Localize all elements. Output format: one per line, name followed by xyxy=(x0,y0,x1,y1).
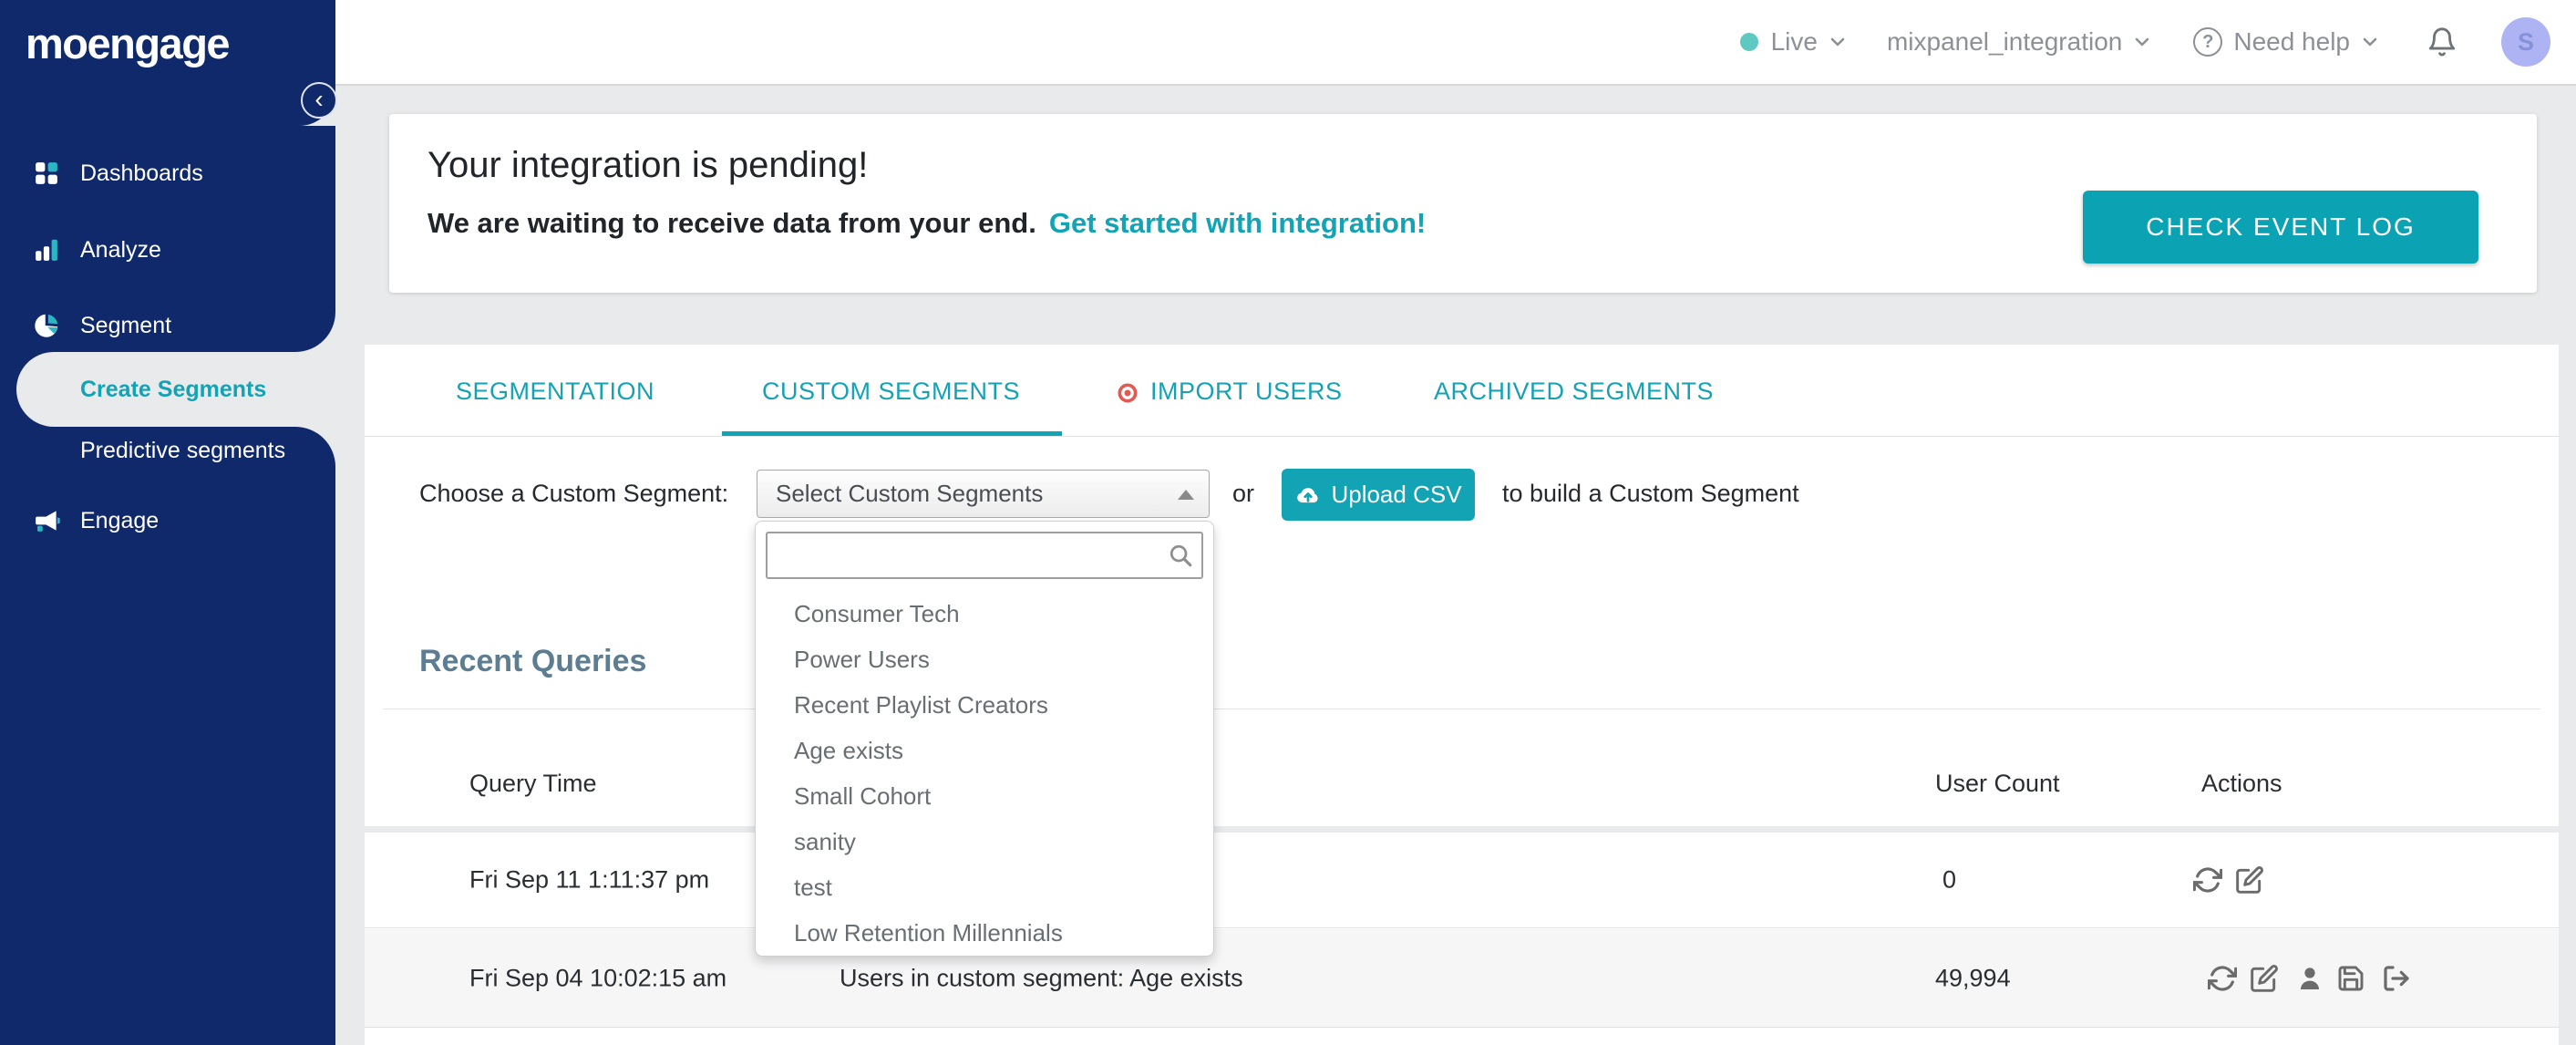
chevron-down-icon[interactable] xyxy=(1827,31,1849,53)
sidebar-item-label: Analyze xyxy=(80,236,161,263)
build-segment-suffix-label: to build a Custom Segment xyxy=(1502,480,1799,507)
tab-custom-segments[interactable]: CUSTOM SEGMENTS xyxy=(762,378,1020,406)
column-header-user-count: User Count xyxy=(1935,770,2060,797)
user-action-icon[interactable] xyxy=(2295,964,2324,993)
tab-segmentation[interactable]: SEGMENTATION xyxy=(456,378,654,406)
user-count-cell: 49,994 xyxy=(1935,964,2011,991)
sidebar-item-label: Engage xyxy=(80,507,160,533)
recent-queries-title: Recent Queries xyxy=(419,644,647,678)
dropdown-option[interactable]: Consumer Tech xyxy=(756,591,1213,636)
chevron-left-icon: ‹ xyxy=(314,85,324,113)
sidebar-item-engage[interactable]: Engage xyxy=(0,493,335,548)
triangle-up-icon xyxy=(1178,490,1194,500)
column-header-query-time: Query Time xyxy=(469,770,597,797)
megaphone-icon xyxy=(36,511,60,532)
chevron-down-icon[interactable] xyxy=(2131,31,2153,53)
check-event-log-button[interactable]: CHECK EVENT LOG xyxy=(2083,191,2478,264)
dropdown-option[interactable]: Power Users xyxy=(756,636,1213,682)
edit-action-icon[interactable] xyxy=(2250,964,2279,993)
save-action-icon[interactable] xyxy=(2336,964,2365,993)
banner-title: Your integration is pending! xyxy=(428,145,869,185)
dropdown-option[interactable]: Small Cohort xyxy=(756,773,1213,819)
red-target-icon xyxy=(1118,383,1138,403)
question-circle-icon: ? xyxy=(2193,27,2223,57)
sidebar-item-label: Create Segments xyxy=(80,376,267,402)
cloud-upload-icon xyxy=(1297,487,1319,502)
upload-csv-button[interactable]: Upload CSV xyxy=(1282,469,1475,521)
table-row: Fri Sep 11 1:11:37 pm 0 xyxy=(365,833,2559,928)
moengage-logo[interactable]: moengage xyxy=(26,18,231,68)
sidebar-item-label: Segment xyxy=(80,312,172,338)
custom-segments-select[interactable]: Select Custom Segments xyxy=(757,470,1210,518)
live-status-dot xyxy=(1739,33,1758,51)
user-avatar[interactable]: S xyxy=(2501,17,2550,67)
dropdown-option[interactable]: Low Retention Millennials xyxy=(756,910,1213,956)
divider xyxy=(365,436,2559,437)
dropdown-search-input[interactable] xyxy=(766,532,1203,579)
segments-card: SEGMENTATION CUSTOM SEGMENTS IMPORT USER… xyxy=(365,345,2559,1045)
refresh-action-icon[interactable] xyxy=(2192,865,2223,895)
table-row: Fri Sep 04 10:02:15 am Users in custom s… xyxy=(365,929,2559,1028)
dropdown-search xyxy=(766,532,1203,579)
project-dropdown[interactable]: mixpanel_integration xyxy=(1887,27,2122,57)
need-help-dropdown[interactable]: Need help xyxy=(2233,27,2350,57)
user-count-cell: 0 xyxy=(1942,865,1957,894)
export-action-icon[interactable] xyxy=(2382,964,2411,993)
top-header-bar: Live mixpanel_integration ? Need help S xyxy=(335,0,2576,86)
divider xyxy=(365,826,2559,833)
upload-csv-label: Upload CSV xyxy=(1331,481,1462,508)
sidebar-item-create-segments[interactable]: Create Segments xyxy=(16,352,335,427)
select-value: Select Custom Segments xyxy=(776,480,1044,507)
or-label: or xyxy=(1232,480,1255,507)
environment-dropdown[interactable]: Live xyxy=(1771,27,1818,57)
dropdown-option[interactable]: sanity xyxy=(756,819,1213,864)
sidebar-item-analyze[interactable]: Analyze xyxy=(0,222,335,277)
edit-action-icon[interactable] xyxy=(2235,865,2264,895)
bar-chart-icon xyxy=(36,239,57,261)
search-icon xyxy=(1170,544,1192,567)
dropdown-option[interactable]: Recent Playlist Creators xyxy=(756,682,1213,728)
banner-subtitle: We are waiting to receive data from your… xyxy=(428,207,1427,239)
query-cell: Users in custom segment: Age exists xyxy=(840,964,1243,991)
tab-import-users[interactable]: IMPORT USERS xyxy=(1150,378,1343,406)
sidebar-item-predictive-segments[interactable]: Predictive segments xyxy=(0,423,335,478)
grid-icon xyxy=(36,162,57,184)
integration-pending-banner: Your integration is pending! We are wait… xyxy=(389,114,2537,293)
query-time-cell: Fri Sep 11 1:11:37 pm xyxy=(469,865,710,894)
column-header-actions: Actions xyxy=(2201,770,2282,797)
sidebar: moengage Dashboards Analyze Segment Crea… xyxy=(0,0,337,1045)
choose-segment-label: Choose a Custom Segment: xyxy=(419,480,729,507)
refresh-action-icon[interactable] xyxy=(2207,964,2238,993)
dropdown-option[interactable]: Age exists xyxy=(756,728,1213,773)
sidebar-item-label: Dashboards xyxy=(80,160,203,186)
chevron-down-icon[interactable] xyxy=(2359,31,2381,53)
sidebar-collapse-button[interactable]: ‹ xyxy=(301,82,337,119)
dropdown-option[interactable]: test xyxy=(756,864,1213,910)
dropdown-options: Consumer Tech Power Users Recent Playlis… xyxy=(756,591,1213,956)
query-time-cell: Fri Sep 04 10:02:15 am xyxy=(469,964,727,991)
tab-archived-segments[interactable]: ARCHIVED SEGMENTS xyxy=(1434,378,1714,406)
custom-segments-dropdown-panel: Consumer Tech Power Users Recent Playlis… xyxy=(755,521,1214,957)
sidebar-corner-above-active xyxy=(295,312,335,352)
sidebar-item-dashboards[interactable]: Dashboards xyxy=(0,146,335,201)
sidebar-item-label: Predictive segments xyxy=(80,437,286,463)
get-started-link[interactable]: Get started with integration! xyxy=(1049,207,1426,239)
notification-bell-icon[interactable] xyxy=(2427,26,2458,57)
sidebar-item-segment[interactable]: Segment xyxy=(0,298,335,353)
pie-chart-icon xyxy=(35,314,58,337)
